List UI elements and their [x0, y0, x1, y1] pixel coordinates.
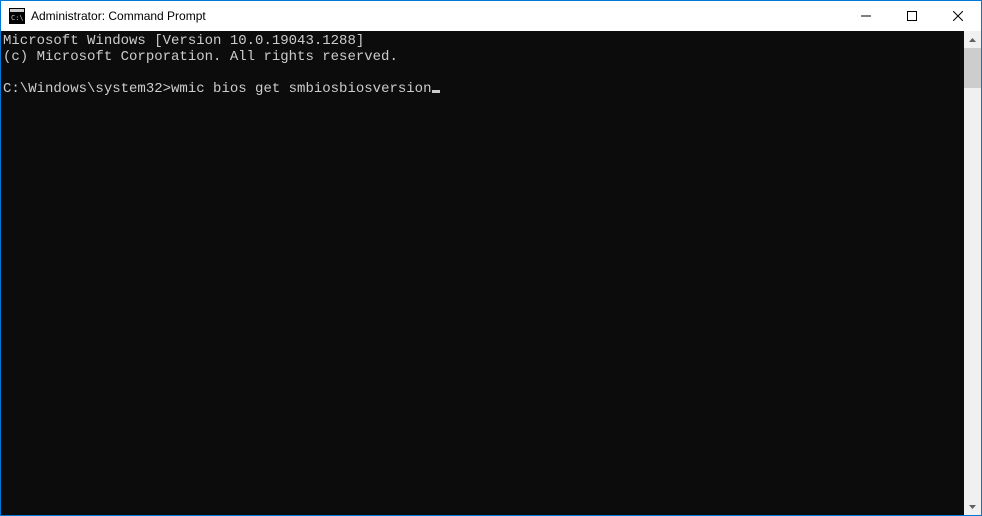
version-line: Microsoft Windows [Version 10.0.19043.12… [3, 33, 364, 49]
command-prompt-window: C:\ Administrator: Command Prompt Micros… [0, 0, 982, 516]
command-input: wmic bios get smbiosbiosversion [171, 81, 431, 97]
console-output[interactable]: Microsoft Windows [Version 10.0.19043.12… [1, 31, 964, 515]
cmd-icon: C:\ [9, 8, 25, 24]
scroll-down-button[interactable] [964, 498, 981, 515]
copyright-line: (c) Microsoft Corporation. All rights re… [3, 49, 398, 65]
scroll-thumb[interactable] [964, 48, 981, 88]
close-button[interactable] [935, 1, 981, 31]
text-cursor [432, 90, 440, 93]
scroll-up-button[interactable] [964, 31, 981, 48]
window-title: Administrator: Command Prompt [31, 9, 206, 23]
maximize-button[interactable] [889, 1, 935, 31]
vertical-scrollbar[interactable] [964, 31, 981, 515]
minimize-button[interactable] [843, 1, 889, 31]
window-controls [843, 1, 981, 31]
titlebar[interactable]: C:\ Administrator: Command Prompt [1, 1, 981, 31]
scroll-track[interactable] [964, 48, 981, 498]
console-area: Microsoft Windows [Version 10.0.19043.12… [1, 31, 981, 515]
svg-text:C:\: C:\ [11, 14, 24, 22]
prompt: C:\Windows\system32> [3, 81, 171, 97]
